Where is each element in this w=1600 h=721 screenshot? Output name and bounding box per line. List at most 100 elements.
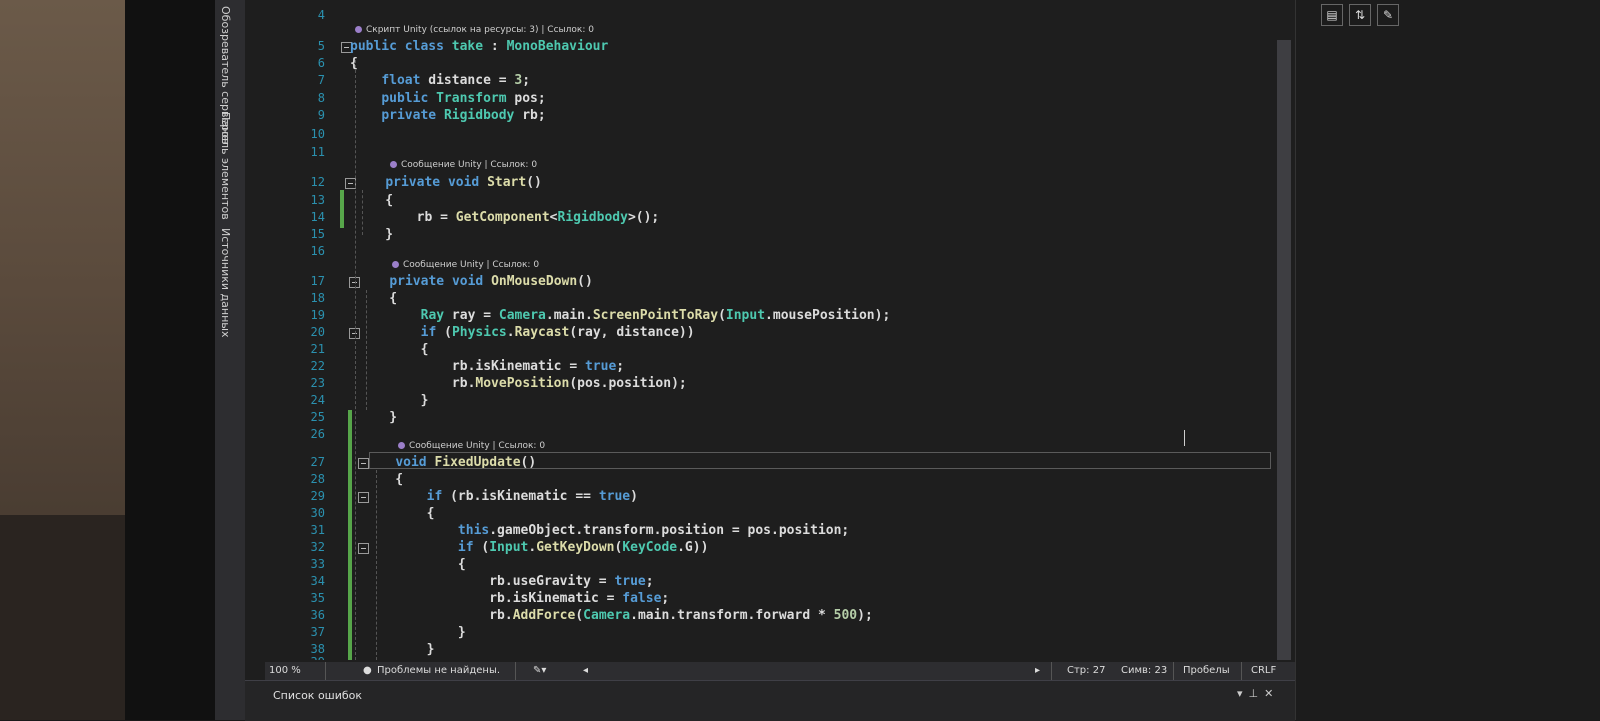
line-number: 24 <box>310 393 325 407</box>
line-number: 36 <box>310 608 325 622</box>
scroll-left-icon[interactable]: ◂ <box>583 665 588 676</box>
properties-icon[interactable]: ▤ <box>1321 4 1343 26</box>
line-number: 25 <box>310 410 325 424</box>
line-number: 13 <box>310 193 325 207</box>
code-line: public class take : MonoBehaviour <box>350 39 609 54</box>
issues-status[interactable]: Проблемы не найдены. <box>377 665 500 676</box>
text-cursor <box>1184 430 1185 446</box>
wrench-icon[interactable]: ✎ <box>1377 4 1399 26</box>
code-line: { <box>350 56 358 71</box>
line-number: 7 <box>317 73 325 87</box>
dropdown-icon[interactable]: ▾ <box>1237 687 1249 700</box>
whitespace-mode[interactable]: Пробелы <box>1183 665 1230 676</box>
code-line: { <box>358 342 429 357</box>
line-number: 27 <box>310 455 325 469</box>
line-number: 5 <box>317 39 325 53</box>
line-number: 17 <box>310 274 325 288</box>
sort-icon[interactable]: ⇅ <box>1349 4 1371 26</box>
line-number: 20 <box>310 325 325 339</box>
unity-icon <box>392 261 399 268</box>
tab-toolbox[interactable]: Панель элементов <box>219 112 232 220</box>
codelens-fixedupdate[interactable]: Сообщение Unity | Ссылок: 0 <box>398 441 545 451</box>
unity-icon <box>398 442 405 449</box>
unity-icon <box>355 26 362 33</box>
pin-icon[interactable]: ⊥ <box>1249 687 1265 700</box>
zoom-level[interactable]: 100 % <box>269 665 301 676</box>
line-number: 12 <box>310 175 325 189</box>
code-line: { <box>364 506 435 521</box>
code-line: private void Start() <box>385 175 542 190</box>
code-line: } <box>358 410 398 425</box>
code-line: rb.MovePosition(pos.position); <box>358 376 687 391</box>
current-line-highlight <box>369 452 1271 469</box>
line-number: 34 <box>310 574 325 588</box>
line-number: 19 <box>310 308 325 322</box>
line-number: 4 <box>317 8 325 22</box>
line-number: 8 <box>317 91 325 105</box>
code-line: this.gameObject.transform.position = pos… <box>457 523 850 538</box>
vertical-scrollbar[interactable] <box>1277 40 1291 660</box>
line-number: 31 <box>310 523 325 537</box>
code-line: if (rb.isKinematic == true) <box>426 489 638 504</box>
line-number: 37 <box>310 625 325 639</box>
error-list-panel[interactable]: Список ошибок ▾⊥✕ <box>245 680 1295 721</box>
code-line: { <box>364 557 466 572</box>
code-line: rb = GetComponent<Rigidbody>(); <box>354 210 660 225</box>
line-number: 28 <box>310 472 325 486</box>
code-line: { <box>364 472 404 487</box>
code-line: if (Physics.Raycast(ray, distance)) <box>420 325 695 340</box>
line-number: 22 <box>310 359 325 373</box>
line-ending[interactable]: CRLF <box>1251 665 1276 676</box>
line-number: 39 <box>285 654 325 660</box>
divider <box>325 662 326 680</box>
line-number-gutter: 4 5 6 7 8 9 10 11 12 13 14 15 16 17 18 1… <box>245 0 369 660</box>
divider <box>1051 662 1052 680</box>
cursor-column: Симв: 23 <box>1121 665 1168 676</box>
close-icon[interactable]: ✕ <box>1264 687 1279 700</box>
tab-data-sources[interactable]: Источники данных <box>219 228 232 337</box>
panel-controls[interactable]: ▾⊥✕ <box>1237 687 1279 700</box>
code-line: rb.isKinematic = false; <box>364 591 670 606</box>
error-list-title[interactable]: Список ошибок <box>273 689 362 702</box>
line-number: 10 <box>310 127 325 141</box>
line-number: 32 <box>310 540 325 554</box>
code-line: rb.useGravity = true; <box>364 574 654 589</box>
status-ok-icon: ● <box>363 665 372 676</box>
code-line: rb.isKinematic = true; <box>358 359 625 374</box>
code-line: rb.AddForce(Camera.main.transform.forwar… <box>364 608 873 623</box>
monitor-bezel <box>125 0 215 720</box>
code-editor[interactable]: 4 5 6 7 8 9 10 11 12 13 14 15 16 17 18 1… <box>245 0 1295 680</box>
editor-status-bar: 100 % ● Проблемы не найдены. ✎▾ ◂ ▸ Стр:… <box>265 662 1295 680</box>
code-line: private Rigidbody rb; <box>381 108 546 123</box>
quick-actions-icon[interactable]: ✎▾ <box>533 665 546 676</box>
background-shadow <box>0 515 125 720</box>
line-number: 16 <box>310 244 325 258</box>
line-number: 33 <box>310 557 325 571</box>
code-line: Ray ray = Camera.main.ScreenPointToRay(I… <box>420 308 891 323</box>
line-number: 26 <box>310 427 325 441</box>
divider <box>1241 662 1242 680</box>
line-number: 11 <box>310 145 325 159</box>
cursor-line: Стр: 27 <box>1067 665 1106 676</box>
scroll-right-icon[interactable]: ▸ <box>1035 665 1040 676</box>
codelens-start[interactable]: Сообщение Unity | Ссылок: 0 <box>390 160 537 170</box>
line-number: 14 <box>310 210 325 224</box>
codelens-script[interactable]: Скрипт Unity (ссылок на ресурсы: 3) | Сс… <box>355 25 594 35</box>
line-number: 15 <box>310 227 325 241</box>
code-line: { <box>358 291 398 306</box>
line-number: 30 <box>310 506 325 520</box>
unity-icon <box>390 161 397 168</box>
line-number: 21 <box>310 342 325 356</box>
change-indicator <box>340 190 344 228</box>
right-panel: ▤ ⇅ ✎ <box>1295 0 1600 720</box>
code-line: float distance = 3; <box>381 73 531 88</box>
code-line: if (Input.GetKeyDown(KeyCode.G)) <box>457 540 709 555</box>
side-tab-strip: Обозреватель серверов Панель элементов И… <box>215 0 245 720</box>
code-line: } <box>358 393 429 408</box>
code-text-area[interactable]: Скрипт Unity (ссылок на ресурсы: 3) | Сс… <box>350 0 1275 660</box>
line-number: 6 <box>317 56 325 70</box>
line-number: 23 <box>310 376 325 390</box>
codelens-onmousedown[interactable]: Сообщение Unity | Ссылок: 0 <box>392 260 539 270</box>
code-line: } <box>364 625 466 640</box>
right-panel-toolbar: ▤ ⇅ ✎ <box>1321 4 1405 28</box>
